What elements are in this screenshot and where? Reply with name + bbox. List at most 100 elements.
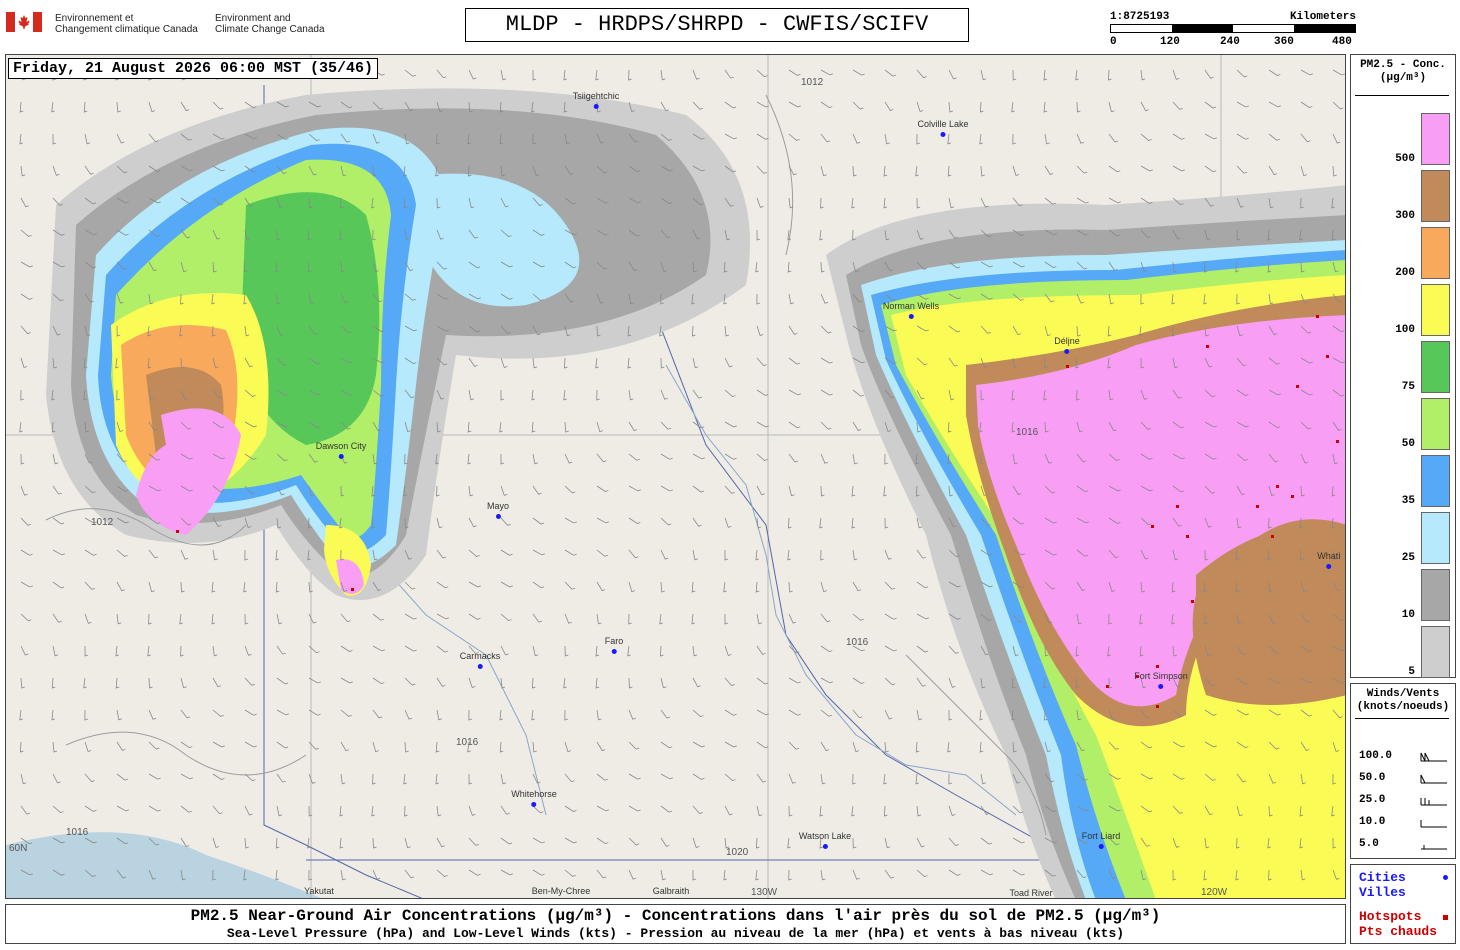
wind-barb (820, 389, 833, 396)
legend-level-label: 300 (1395, 210, 1415, 222)
wind-barb (948, 709, 953, 721)
wind-barb (212, 645, 218, 657)
scale-bar: 1:8725193 Kilometers 0 120 240 360 480 (1110, 11, 1360, 51)
wind-barb (916, 613, 929, 620)
wind-barb (756, 69, 768, 78)
wind-barb (276, 805, 283, 817)
wind-barb (596, 485, 609, 492)
wind-speed-label: 100.0 (1359, 750, 1393, 762)
wind-barb (820, 741, 830, 752)
wind-barb (948, 837, 959, 846)
place-label: Galbraith (653, 886, 690, 898)
place-name: Yakutat (304, 886, 334, 896)
map-canvas[interactable]: 1012 1012 1016 1016 1016 1020 1016 130W … (6, 55, 1346, 899)
wind-barb (1044, 197, 1056, 205)
wind-barb (692, 741, 705, 748)
wind-barb (628, 581, 635, 593)
wind-barb (820, 101, 833, 109)
wind-barb (787, 261, 792, 273)
wind-barb (180, 709, 191, 719)
wind-speed-label: 25.0 (1359, 794, 1386, 806)
wind-barb (404, 581, 416, 590)
wind-barb (308, 613, 317, 624)
isobar-label: 1016 (66, 827, 89, 838)
wind-barb (1140, 133, 1152, 141)
smoke-plume-east (826, 185, 1345, 898)
wind-barb (500, 805, 510, 815)
wind-barb (468, 357, 478, 367)
wind-barb (244, 549, 249, 561)
legend-level-label: 75 (1401, 381, 1415, 393)
wind-barb (820, 357, 833, 364)
wind-title-line1: Winds/Vents (1366, 688, 1440, 700)
wind-barb (788, 805, 793, 817)
wind-barb (788, 421, 801, 429)
wind-barb (724, 69, 734, 79)
wind-barb (851, 197, 855, 209)
wind-barb (820, 773, 826, 785)
wind-barb (212, 101, 224, 110)
product-title: MLDP - HRDPS/SHRPD - CWFIS/SCIFV (465, 8, 969, 42)
city-dot-icon (593, 104, 599, 109)
wind-barb (20, 581, 33, 588)
wind-barb (1204, 101, 1217, 109)
wind-barb (275, 549, 280, 561)
wind-barb (564, 357, 568, 369)
wind-barb (372, 837, 377, 849)
wind-barb (692, 517, 702, 527)
wind-barb (595, 69, 599, 81)
wind-barb (979, 133, 983, 145)
wind-barb (84, 773, 95, 783)
wind-barb (724, 741, 737, 748)
place-name: Faro (604, 636, 624, 646)
wind-barb (180, 773, 193, 780)
wind-barb (500, 357, 508, 369)
wind-barb (788, 741, 800, 750)
wind-barb (84, 165, 94, 175)
wind-barb (1332, 69, 1345, 76)
wind-barb (724, 325, 730, 337)
legend-swatch (1421, 227, 1450, 279)
wind-barb (20, 645, 29, 656)
wind-barb (884, 741, 889, 753)
map-panel[interactable]: 1012 1012 1016 1016 1016 1020 1016 130W … (5, 54, 1346, 899)
wind-barb (820, 165, 827, 177)
scale-ratio: 1:8725193 (1110, 11, 1170, 23)
place-label: Mayo (487, 501, 509, 519)
legend-title: PM2.5 - Conc. (µg/m³) (1351, 59, 1455, 85)
wind-barb (820, 709, 832, 717)
wind-legend: Winds/Vents (knots/noeuds) 100.0 50.0 25.0… (1350, 683, 1456, 859)
wind-barb (596, 709, 602, 721)
wind-barb (595, 357, 599, 369)
coord-label: 60N (9, 843, 27, 854)
wind-barb (20, 357, 28, 369)
gov-name-en: Environment and Climate Change Canada (215, 13, 325, 35)
wind-barb (595, 677, 600, 689)
place-name: Fort Simpson (1134, 671, 1188, 681)
wind-barb (148, 773, 161, 780)
wind-barb (20, 261, 33, 268)
wind-barb (692, 69, 700, 80)
wind-barb (788, 517, 792, 529)
wind-barb (820, 549, 824, 561)
wind-barb (628, 741, 640, 750)
wind-barb (564, 517, 577, 524)
wind-barb (1236, 69, 1248, 78)
wind-barb (20, 197, 29, 208)
wind-barb (116, 709, 122, 721)
scale-unit: Kilometers (1289, 11, 1356, 23)
wind-barb (723, 869, 728, 881)
wind-barb (436, 709, 442, 721)
wind-barb (596, 389, 600, 401)
wind-barb (692, 101, 704, 110)
legend-level-label: 25 (1401, 552, 1415, 564)
wind-barb (468, 773, 473, 785)
city-dot-icon (495, 514, 501, 519)
wind-barb (500, 869, 513, 876)
wind-barb (628, 389, 634, 401)
wind-speed-label: 50.0 (1359, 772, 1386, 784)
wind-barb-icon (1421, 845, 1447, 850)
wind-barb (212, 837, 220, 849)
wind-barb (756, 453, 768, 461)
wind-barb (980, 837, 993, 845)
